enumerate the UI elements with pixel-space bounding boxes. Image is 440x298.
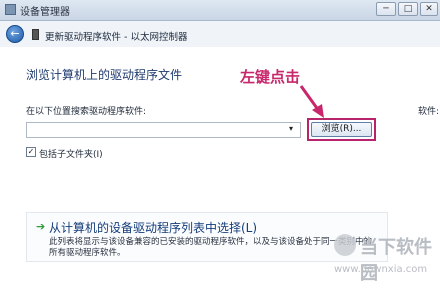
- page-heading: 浏览计算机上的驱动程序文件: [26, 68, 183, 82]
- close-button[interactable]: ✕: [420, 2, 438, 16]
- green-arrow-icon: ➔: [36, 220, 46, 233]
- browse-highlight-box: 浏览(R)...: [307, 118, 376, 141]
- device-icon: [32, 29, 39, 40]
- wizard-navbar: ← 更新驱动程序软件 - 以太网控制器: [0, 21, 440, 47]
- maximize-button[interactable]: □: [398, 2, 418, 16]
- window-title: 设备管理器: [20, 7, 70, 18]
- wizard-title: 更新驱动程序软件 - 以太网控制器: [45, 32, 188, 43]
- watermark-brand: 当下软件园: [360, 237, 432, 284]
- chevron-down-icon[interactable]: ▾: [289, 124, 293, 133]
- include-subfolders-label[interactable]: 包括子文件夹(I): [39, 147, 103, 160]
- include-subfolders-checkbox[interactable]: ✓: [26, 147, 36, 157]
- driver-path-input[interactable]: [26, 122, 301, 138]
- watermark-url: www.downxia.com: [334, 264, 428, 275]
- window-titlebar: 设备管理器 ─ □ ✕: [0, 0, 440, 21]
- device-manager-icon: [5, 4, 16, 15]
- annotation-arrow-icon: [299, 85, 324, 118]
- browse-button[interactable]: 浏览(R)...: [311, 122, 372, 137]
- search-location-label: 在以下位置搜索驱动程序软件:: [26, 107, 147, 117]
- annotation-label: 左键点击: [240, 68, 301, 86]
- site-watermark: 当下软件园 www.downxia.com: [330, 232, 440, 292]
- minimize-button[interactable]: ─: [376, 2, 396, 16]
- clipped-side-text: 软件:: [418, 107, 440, 117]
- watermark-logo-icon: [334, 234, 356, 256]
- pick-from-list-title[interactable]: 从计算机的设备驱动程序列表中选择(L): [49, 219, 257, 236]
- back-arrow-icon[interactable]: ←: [6, 25, 24, 43]
